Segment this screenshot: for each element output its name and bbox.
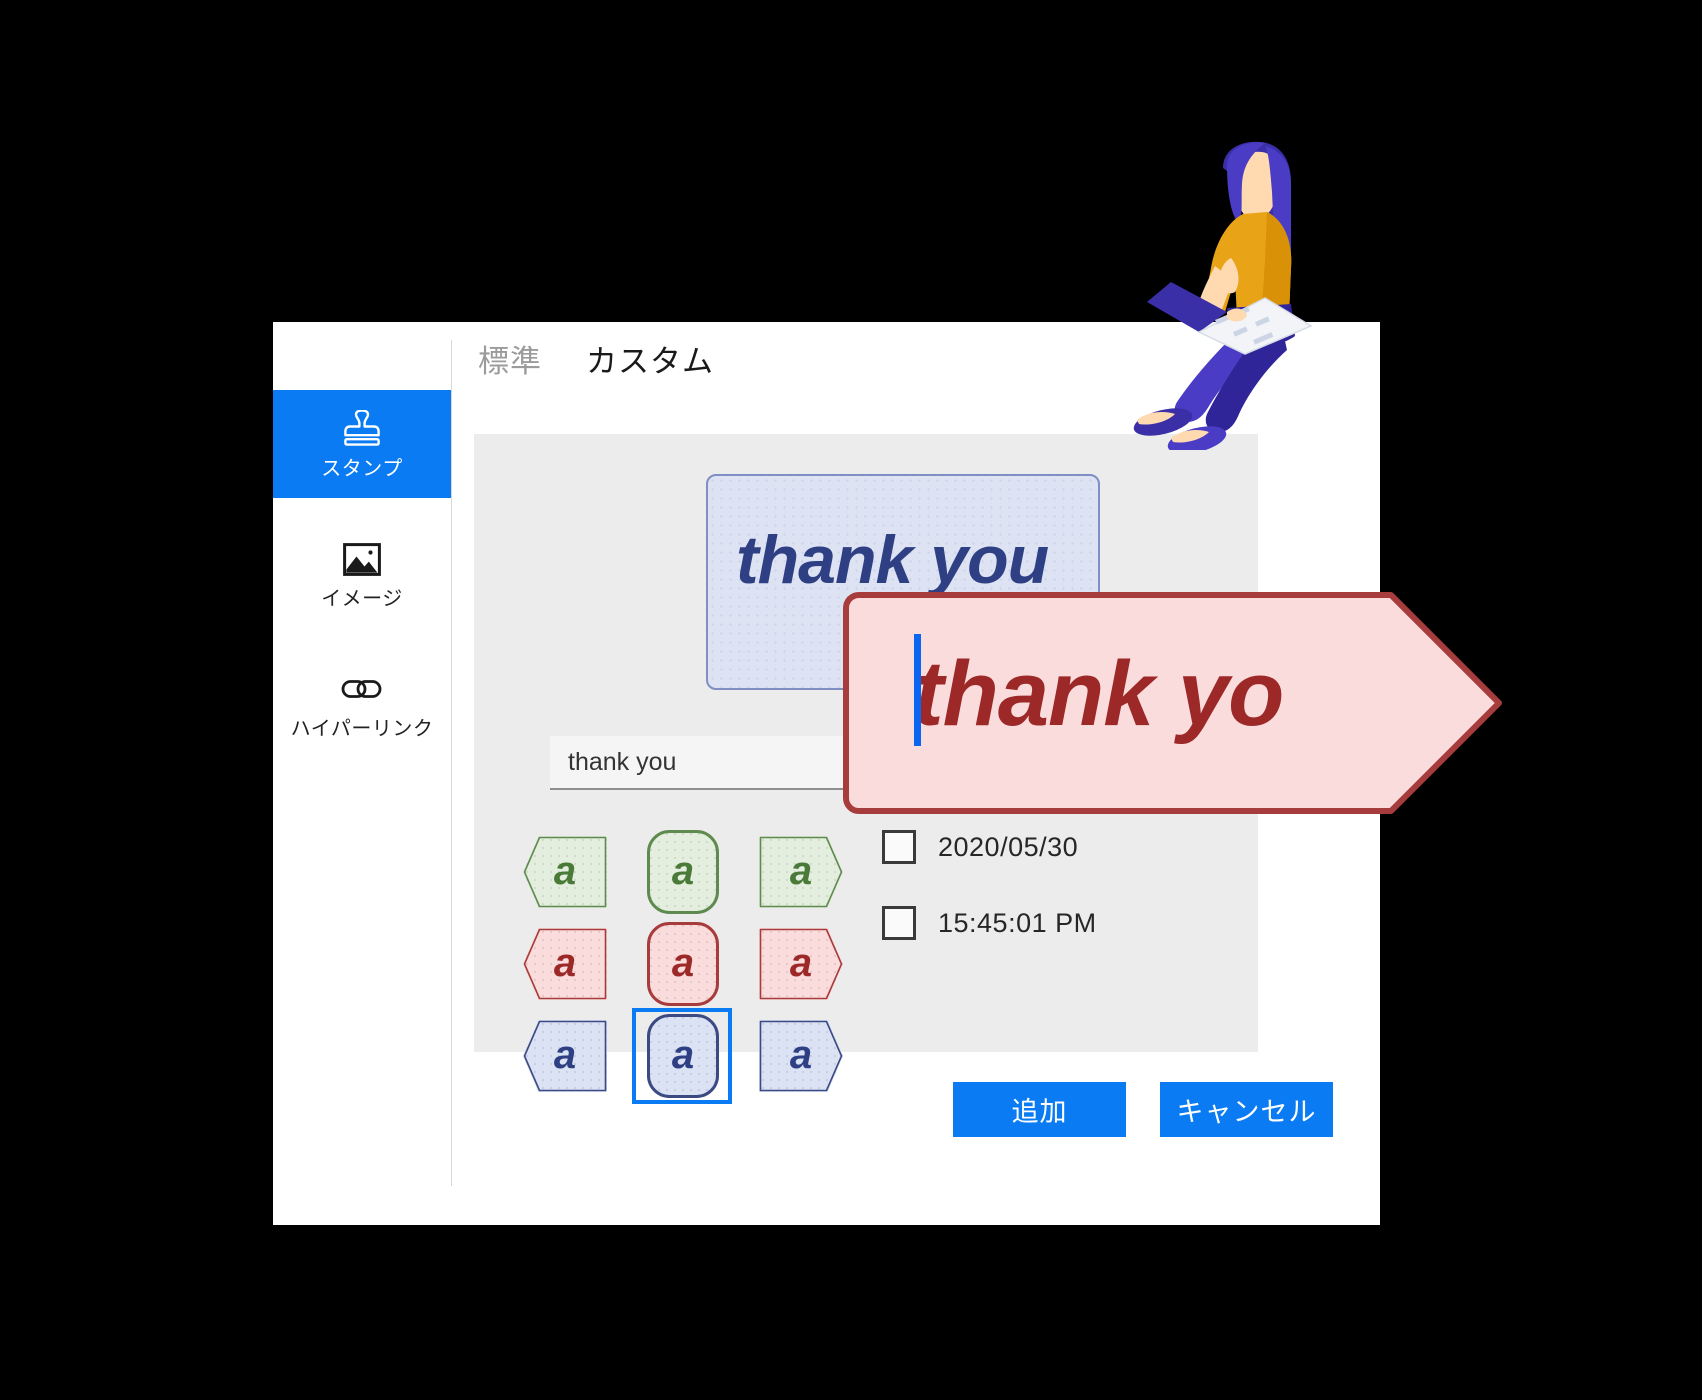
tab-custom-label: カスタム xyxy=(586,344,714,379)
hyperlink-icon xyxy=(341,669,383,709)
sidebar: スタンプ イメージ ハイパーリンク xyxy=(273,390,451,758)
tab-standard[interactable]: 標準 xyxy=(478,346,542,377)
person-with-laptop-illustration xyxy=(1115,140,1345,454)
screenshot-stage: 標準 カスタム スタンプ イメージ ハイパーリンク thank you than… xyxy=(0,0,1702,1400)
tab-custom[interactable]: カスタム xyxy=(586,346,714,377)
stamp-style-letter: a xyxy=(671,849,695,893)
stamp-style-red-left[interactable]: a xyxy=(519,918,611,1010)
checkbox-date[interactable]: 2020/05/30 xyxy=(882,827,1097,867)
sidebar-item-image[interactable]: イメージ xyxy=(273,520,451,628)
stamp-shape-left: a xyxy=(523,1020,607,1092)
image-icon xyxy=(343,539,381,579)
stamp-style-letter: a xyxy=(553,941,577,985)
text-caret-icon xyxy=(914,634,921,746)
tab-standard-label: 標準 xyxy=(478,344,542,379)
stamp-shape-left: a xyxy=(523,836,607,908)
stamp-shape-rect: a xyxy=(647,922,719,1006)
stamp-icon xyxy=(342,409,382,449)
zoom-callout: thank yo xyxy=(843,592,1503,814)
stamp-options: 2020/05/30 15:45:01 PM xyxy=(882,827,1097,979)
add-button[interactable]: 追加 xyxy=(953,1082,1126,1137)
checkbox-time-box[interactable] xyxy=(882,906,916,940)
stamp-shape-left: a xyxy=(523,928,607,1000)
checkbox-time-label: 15:45:01 PM xyxy=(938,907,1097,938)
sidebar-item-image-label: イメージ xyxy=(321,588,403,610)
stamp-style-letter: a xyxy=(671,941,695,985)
stamp-style-letter: a xyxy=(553,1033,577,1077)
stamp-shape-rect: a xyxy=(647,1014,719,1098)
stamp-style-blue-rect[interactable]: a xyxy=(632,1008,732,1104)
sidebar-divider xyxy=(451,340,452,1186)
stamp-style-letter: a xyxy=(789,849,813,893)
checkbox-time[interactable]: 15:45:01 PM xyxy=(882,903,1097,943)
stamp-preview-text: thank you xyxy=(736,522,1049,598)
stamp-style-red-right[interactable]: a xyxy=(755,918,847,1010)
stamp-style-red-rect[interactable]: a xyxy=(637,918,729,1010)
stamp-style-letter: a xyxy=(789,941,813,985)
checkbox-date-box[interactable] xyxy=(882,830,916,864)
callout-text-row: thank yo xyxy=(913,634,1284,746)
sidebar-item-stamp-label: スタンプ xyxy=(321,458,403,480)
stamp-shape-right: a xyxy=(759,928,843,1000)
stamp-style-green-rect[interactable]: a xyxy=(637,826,729,918)
stamp-style-grid: a a a a a a a a a xyxy=(519,826,847,1104)
sidebar-item-hyperlink-label: ハイパーリンク xyxy=(290,718,434,740)
stamp-style-green-left[interactable]: a xyxy=(519,826,611,918)
checkbox-date-label: 2020/05/30 xyxy=(938,831,1079,862)
stamp-style-blue-right[interactable]: a xyxy=(755,1010,847,1102)
stamp-shape-rect: a xyxy=(647,830,719,914)
stamp-shape-right: a xyxy=(759,1020,843,1092)
stamp-style-green-right[interactable]: a xyxy=(755,826,847,918)
tab-bar: 標準 カスタム xyxy=(478,346,714,377)
sidebar-item-stamp[interactable]: スタンプ xyxy=(273,390,451,498)
stamp-shape-right: a xyxy=(759,836,843,908)
stamp-style-blue-left[interactable]: a xyxy=(519,1010,611,1102)
dialog-actions: 追加 キャンセル xyxy=(953,1082,1333,1137)
stamp-style-letter: a xyxy=(671,1033,695,1077)
callout-text: thank yo xyxy=(913,643,1284,745)
cancel-button[interactable]: キャンセル xyxy=(1160,1082,1333,1137)
stamp-style-letter: a xyxy=(553,849,577,893)
stamp-style-letter: a xyxy=(789,1033,813,1077)
sidebar-item-hyperlink[interactable]: ハイパーリンク xyxy=(273,650,451,758)
